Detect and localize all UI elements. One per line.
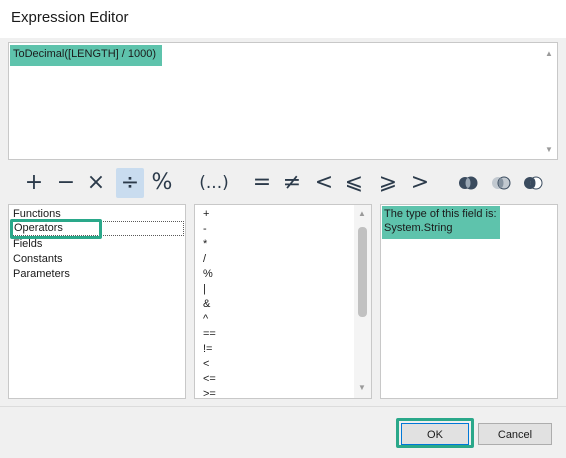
category-item-constants[interactable]: Constants <box>13 253 63 265</box>
operator-list-item[interactable]: <= <box>203 373 216 385</box>
operator-list-item[interactable]: == <box>203 328 216 340</box>
plus-icon[interactable]: + <box>20 168 48 198</box>
field-info-panel: The type of this field is: System.String <box>380 204 558 399</box>
operator-list-item[interactable]: | <box>203 283 206 295</box>
parentheses-icon[interactable]: (...) <box>194 168 234 198</box>
not-equal-icon[interactable]: ≠ <box>278 168 306 198</box>
operator-list-item[interactable]: ^ <box>203 313 208 325</box>
scroll-down-icon[interactable]: ▼ <box>354 383 370 392</box>
operator-list-item[interactable]: < <box>203 358 209 370</box>
not-icon[interactable] <box>523 176 543 190</box>
multiply-icon[interactable]: × <box>82 168 110 198</box>
greater-than-icon[interactable]: > <box>406 168 434 198</box>
expression-text[interactable]: ToDecimal([LENGTH] / 1000) <box>10 45 162 66</box>
footer-divider <box>0 406 566 407</box>
operator-list-item[interactable]: * <box>203 238 207 250</box>
and-icon[interactable] <box>458 176 478 190</box>
operator-list-scrollbar[interactable]: ▲ ▼ <box>354 205 371 398</box>
operator-list-item[interactable]: >= <box>203 388 216 398</box>
minus-icon[interactable]: − <box>52 168 80 198</box>
info-type-label: The type of this field is: <box>384 208 497 220</box>
equals-icon[interactable]: = <box>248 168 276 198</box>
selection-callout <box>10 219 102 239</box>
scroll-down-icon[interactable]: ▼ <box>541 145 557 154</box>
less-than-icon[interactable]: < <box>310 168 338 198</box>
greater-equal-icon[interactable]: ⩾ <box>374 168 402 198</box>
info-type-value: System.String <box>384 222 453 234</box>
operator-toolbar: + − × ÷% (...) = ≠ < ⩽ ⩾ > <box>16 168 556 198</box>
ok-button[interactable]: OK <box>401 423 469 445</box>
less-equal-icon[interactable]: ⩽ <box>340 168 368 198</box>
cancel-button[interactable]: Cancel <box>478 423 552 445</box>
operator-list-item[interactable]: - <box>203 223 207 235</box>
operator-list[interactable]: >= <= < != == ^ & |% / * - + ▲ ▼ <box>194 204 372 399</box>
operator-list-item[interactable]: != <box>203 343 212 355</box>
expression-scrollbar[interactable]: ▲ ▼ <box>541 43 557 159</box>
or-icon[interactable] <box>491 176 511 190</box>
operator-list-item[interactable]: / <box>203 253 206 265</box>
operator-list-item[interactable]: & <box>203 298 210 310</box>
category-item-fields[interactable]: Fields <box>13 238 42 250</box>
window-title: Expression Editor <box>0 0 566 38</box>
percent-icon[interactable]: % <box>148 168 176 198</box>
divide-icon[interactable]: ÷ <box>116 168 144 198</box>
expression-editor-dialog: Expression Editor ToDecimal([LENGTH] / 1… <box>0 0 566 458</box>
operator-list-item[interactable]: + <box>203 208 209 220</box>
category-list[interactable]: Parameters Constants Fields Operators Functi… <box>8 204 186 399</box>
scroll-up-icon[interactable]: ▲ <box>541 49 557 58</box>
category-item-parameters[interactable]: Parameters <box>13 268 70 280</box>
scroll-up-icon[interactable]: ▲ <box>354 209 370 218</box>
scrollbar-thumb[interactable] <box>358 227 367 317</box>
operator-list-item[interactable]: % <box>203 268 213 280</box>
expression-input[interactable]: ToDecimal([LENGTH] / 1000) ▲ ▼ <box>8 42 558 160</box>
